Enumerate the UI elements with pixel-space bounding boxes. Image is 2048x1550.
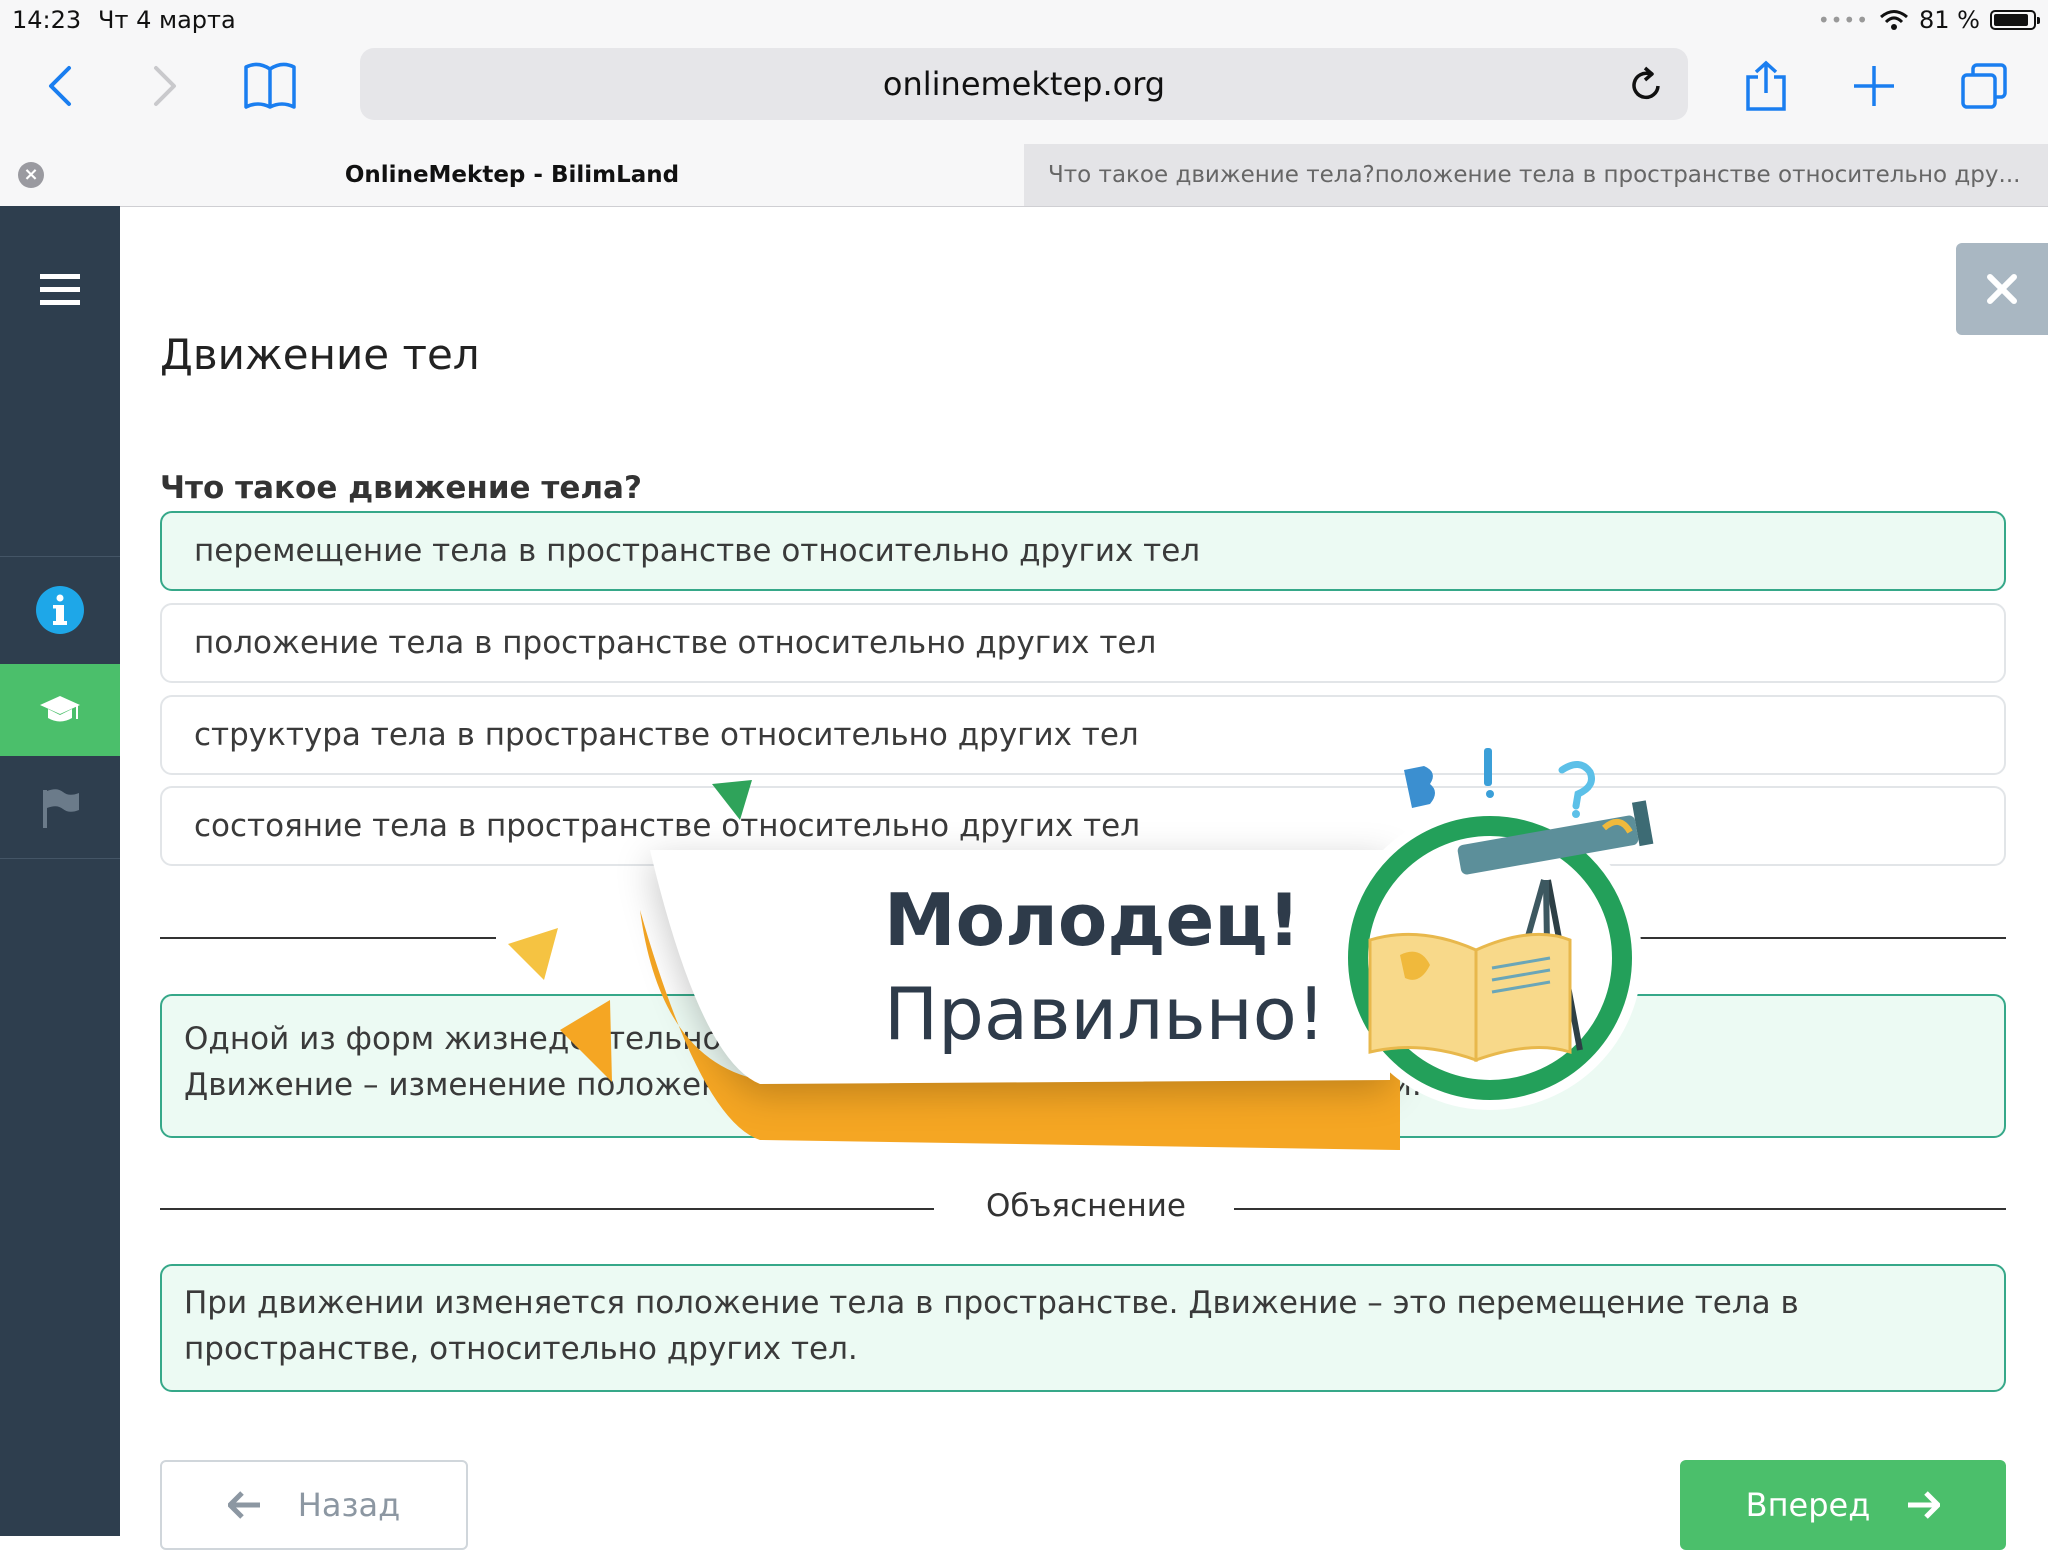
close-icon <box>1987 274 2017 304</box>
battery-icon <box>1990 10 2040 30</box>
divider-line <box>160 1208 934 1210</box>
info-line-2-start: Движение – изменение положени <box>184 1067 742 1103</box>
next-label: Вперед <box>1745 1486 1871 1524</box>
sidebar-item-info[interactable] <box>0 558 120 662</box>
back-label: Назад <box>297 1486 401 1524</box>
sidebar-item-flag[interactable] <box>0 760 120 856</box>
tab-question[interactable]: Что такое движение тела?положение тела в… <box>1024 144 2048 206</box>
status-time: 14:23 <box>12 6 82 34</box>
address-bar[interactable]: onlinemektep.org <box>360 48 1688 120</box>
tab-label: Что такое движение тела?положение тела в… <box>1048 162 2021 188</box>
reload-icon[interactable] <box>1622 60 1670 108</box>
tab-onlinemektep[interactable]: × OnlineMektep - BilimLand <box>0 144 1024 206</box>
info-box: Одной из форм жизнедеятельно Движение – … <box>160 994 2006 1138</box>
answer-option-label: структура тела в пространстве относитель… <box>194 717 1139 753</box>
answer-option[interactable]: положение тела в пространстве относитель… <box>160 603 2006 683</box>
back-chevron-icon[interactable] <box>30 56 90 116</box>
arrow-right-icon <box>1908 1491 1941 1519</box>
browser-tabs: × OnlineMektep - BilimLand Что такое дви… <box>0 144 2048 207</box>
bookmarks-book-icon[interactable] <box>240 56 300 116</box>
sidebar <box>0 206 120 1536</box>
answer-option-label: положение тела в пространстве относитель… <box>194 625 1157 661</box>
status-right: •••• 81 % <box>1817 6 2040 34</box>
info-line-2-end: времени. <box>1272 1067 1422 1103</box>
explanation-text: При движении изменяется положение тела в… <box>184 1285 1799 1367</box>
close-button[interactable] <box>1956 243 2048 335</box>
url-text: onlinemektep.org <box>882 65 1166 103</box>
info-line-2: Движение – изменение положени времени. <box>184 1062 1982 1108</box>
answer-option-label: состояние тела в пространстве относитель… <box>194 808 1141 844</box>
divider-line <box>1640 937 2006 939</box>
page-title: Движение тел <box>160 330 480 379</box>
status-bar: 14:23 Чт 4 марта •••• 81 % <box>0 0 2048 42</box>
answer-option[interactable]: структура тела в пространстве относитель… <box>160 695 2006 775</box>
menu-hamburger-icon[interactable] <box>0 260 120 320</box>
tabs-overview-icon[interactable] <box>1954 56 2014 116</box>
browser-toolbar: onlinemektep.org <box>0 42 2048 152</box>
battery-percent: 81 % <box>1919 6 1980 34</box>
forward-chevron-icon[interactable] <box>135 56 195 116</box>
answer-option-correct[interactable]: перемещение тела в пространстве относите… <box>160 511 2006 591</box>
info-line-1: Одной из форм жизнедеятельно <box>184 1021 722 1057</box>
sidebar-item-lesson[interactable] <box>0 664 120 756</box>
wifi-icon <box>1880 10 1908 30</box>
back-button[interactable]: Назад <box>160 1460 468 1550</box>
sidebar-divider <box>0 858 120 859</box>
sidebar-divider <box>0 556 120 557</box>
divider-line <box>1234 1208 2006 1210</box>
info-icon <box>36 586 84 634</box>
answer-option[interactable]: состояние тела в пространстве относитель… <box>160 786 2006 866</box>
graduation-cap-icon <box>40 696 80 722</box>
popup-title: Молодец! <box>884 878 1301 962</box>
signal-dots-icon: •••• <box>1817 8 1870 32</box>
question-text: Что такое движение тела? <box>160 470 642 506</box>
next-button[interactable]: Вперед <box>1680 1460 2006 1550</box>
explanation-label: Объяснение <box>986 1188 1186 1224</box>
new-tab-plus-icon[interactable] <box>1844 56 1904 116</box>
arrow-left-icon <box>227 1491 260 1519</box>
explanation-box: При движении изменяется положение тела в… <box>160 1264 2006 1392</box>
flag-icon <box>43 789 79 828</box>
tab-close-icon[interactable]: × <box>18 162 44 188</box>
status-date: Чт 4 марта <box>98 6 236 34</box>
tab-label: OnlineMektep - BilimLand <box>344 162 680 188</box>
share-icon[interactable] <box>1736 56 1796 116</box>
answer-option-label: перемещение тела в пространстве относите… <box>194 533 1201 569</box>
divider-line <box>160 937 496 939</box>
